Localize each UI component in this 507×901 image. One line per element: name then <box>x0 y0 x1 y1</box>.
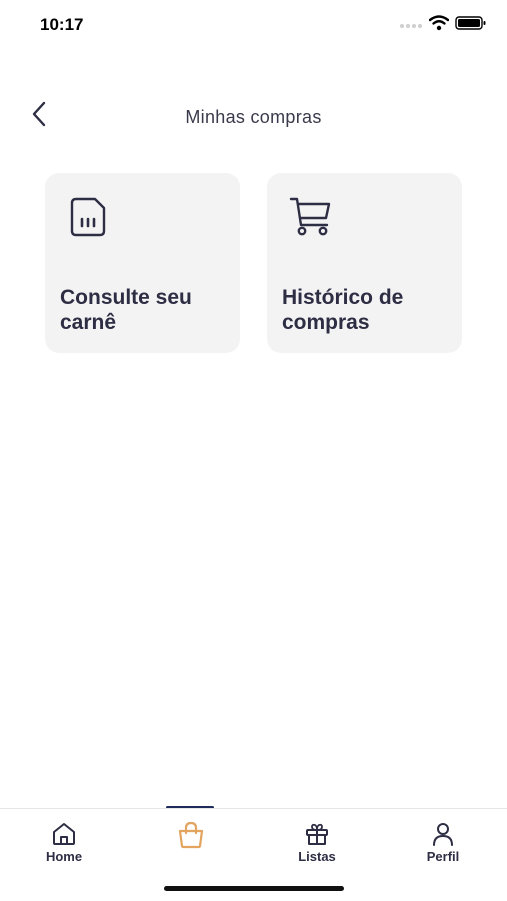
signal-icon <box>399 17 423 35</box>
shopping-cart-icon <box>289 195 333 239</box>
battery-icon <box>455 15 487 36</box>
status-indicators <box>399 15 487 36</box>
purchase-history-card[interactable]: Histórico de compras <box>267 173 462 353</box>
wifi-icon <box>428 15 450 36</box>
tab-home[interactable]: Home <box>1 809 127 879</box>
home-icon <box>51 821 77 847</box>
consult-carne-card[interactable]: Consulte seu carnê <box>45 173 240 353</box>
header: Minhas compras <box>0 95 507 140</box>
tab-profile[interactable]: Perfil <box>380 809 506 879</box>
card-label: Consulte seu carnê <box>60 286 192 334</box>
status-time: 10:17 <box>40 15 84 34</box>
user-icon <box>430 821 456 847</box>
status-bar: 10:17 <box>0 0 507 50</box>
home-indicator <box>164 886 344 891</box>
gift-icon <box>304 821 330 847</box>
page-title: Minhas compras <box>185 107 322 127</box>
document-barcode-icon <box>67 195 111 239</box>
tab-purchases[interactable] <box>127 809 253 879</box>
shopping-bag-icon <box>177 821 204 849</box>
options-grid: Consulte seu carnê Histórico de compras <box>45 173 462 353</box>
tab-label: Perfil <box>426 849 460 864</box>
tab-label: Listas <box>298 849 336 864</box>
tab-lists[interactable]: Listas <box>254 809 380 879</box>
tab-label: Home <box>45 849 83 864</box>
card-label: Histórico de compras <box>282 286 404 334</box>
